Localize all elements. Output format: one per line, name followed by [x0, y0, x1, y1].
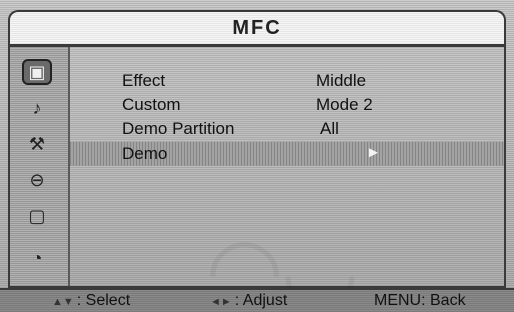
sound-icon[interactable]: ♪ — [22, 95, 52, 121]
setup-tools-icon[interactable]: ⚒ — [22, 131, 52, 157]
menu-item-value: Middle — [316, 71, 367, 90]
help-back-label: MENU: Back — [374, 292, 466, 309]
menu-item-custom[interactable]: Custom Mode 2 — [70, 93, 504, 117]
left-right-arrows-icon: ◄► — [210, 296, 232, 308]
page-title: MFC — [232, 17, 282, 39]
help-select-label: : Select — [76, 292, 131, 309]
menu-item-demo[interactable]: Demo ► — [70, 142, 504, 166]
help-adjust: ◄►: Adjust — [210, 292, 287, 310]
menu-panel: ▣ ♪ ⚒ ⊖ ▢ ◔ ◠◡ Effect Middle Custom Mode… — [8, 44, 506, 312]
menu-item-effect[interactable]: Effect Middle — [70, 69, 504, 93]
menu-item-value: All — [320, 119, 339, 138]
menu-content: ◠◡ Effect Middle Custom Mode 2 Demo Part… — [70, 47, 504, 312]
help-adjust-label: : Adjust — [234, 292, 288, 309]
lock-icon[interactable]: ⊖ — [22, 167, 52, 193]
menu-item-label: Custom — [122, 95, 181, 114]
help-bar: ▲▼: Select ◄►: Adjust MENU: Back — [0, 288, 514, 312]
tv-picture-icon[interactable]: ▣ — [22, 59, 52, 85]
menu-item-label: Demo Partition — [122, 119, 235, 138]
play-arrow-icon[interactable]: ► — [366, 144, 381, 161]
menu-item-demo-partition[interactable]: Demo Partition All — [70, 117, 504, 141]
menu-item-label: Demo — [122, 144, 168, 163]
osd-screen: MFC ▣ ♪ ⚒ ⊖ ▢ ◔ ◠◡ Effect Middle Custom … — [0, 0, 514, 312]
satellite-dish-icon[interactable]: ◔ — [22, 245, 52, 271]
up-down-arrows-icon: ▲▼ — [52, 296, 74, 308]
menu-item-value: Mode 2 — [316, 95, 373, 114]
help-select: ▲▼: Select — [52, 292, 130, 310]
screen-icon[interactable]: ▢ — [22, 203, 52, 229]
category-sidebar: ▣ ♪ ⚒ ⊖ ▢ ◔ — [10, 47, 70, 286]
menu-item-label: Effect — [122, 71, 166, 90]
title-bar: MFC — [8, 10, 506, 44]
